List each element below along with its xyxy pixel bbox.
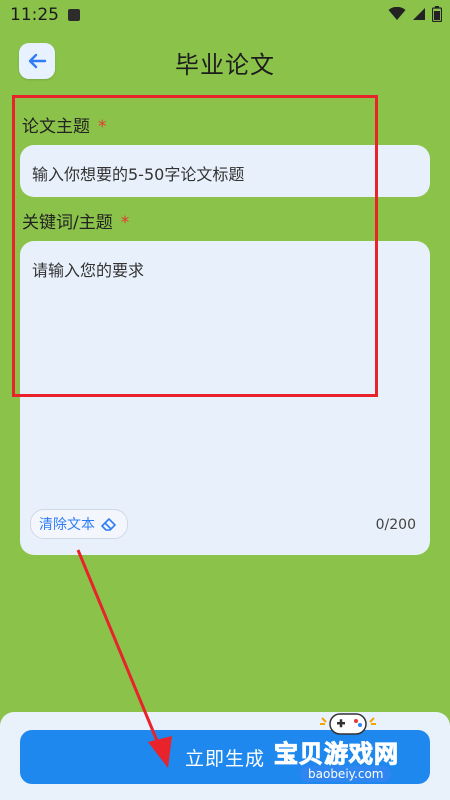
status-time: 11:25 xyxy=(10,5,59,25)
clear-text-label: 清除文本 xyxy=(39,517,95,533)
page-title: 毕业论文 xyxy=(175,51,275,79)
char-counter: 0/200 xyxy=(375,517,416,533)
annotation-box xyxy=(12,95,378,397)
battery-icon xyxy=(432,6,442,22)
status-icons xyxy=(388,6,442,22)
watermark-title: 宝贝游戏网 xyxy=(274,740,399,769)
eraser-icon xyxy=(101,518,116,531)
watermark-url: baobeiy.com xyxy=(300,766,392,782)
wifi-icon xyxy=(388,7,406,20)
watermark: 宝贝游戏网 baobeiy.com xyxy=(270,710,440,790)
generate-label: 立即生成 xyxy=(184,747,265,770)
status-bar: 11:25 xyxy=(0,0,450,32)
notification-icon xyxy=(68,9,80,21)
clear-text-button[interactable]: 清除文本 xyxy=(30,509,128,539)
signal-icon xyxy=(413,8,425,20)
